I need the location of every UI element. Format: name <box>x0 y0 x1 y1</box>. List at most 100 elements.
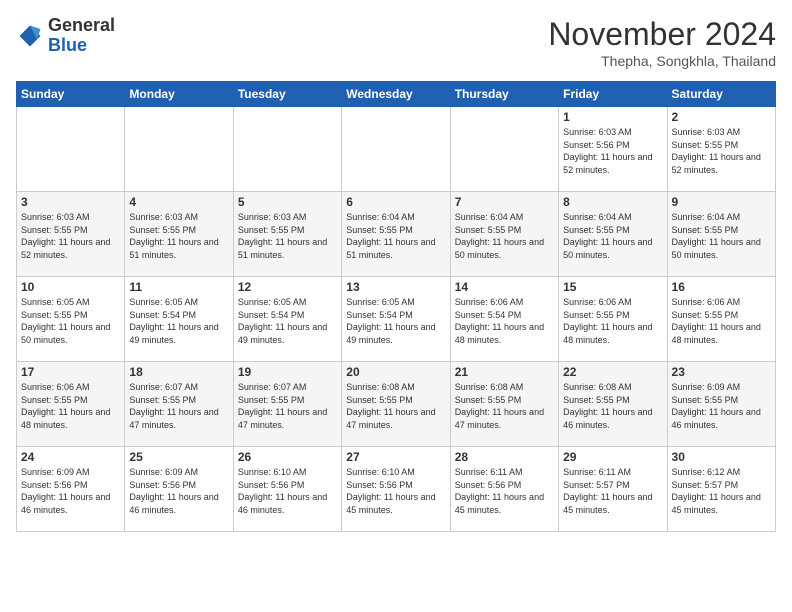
weekday-header: Sunday <box>17 82 125 107</box>
day-number: 11 <box>129 280 228 294</box>
calendar-cell <box>450 107 558 192</box>
day-info: Sunrise: 6:04 AMSunset: 5:55 PMDaylight:… <box>672 211 771 261</box>
day-info: Sunrise: 6:05 AMSunset: 5:54 PMDaylight:… <box>129 296 228 346</box>
day-info: Sunrise: 6:03 AMSunset: 5:55 PMDaylight:… <box>672 126 771 176</box>
day-number: 16 <box>672 280 771 294</box>
day-info: Sunrise: 6:05 AMSunset: 5:54 PMDaylight:… <box>346 296 445 346</box>
calendar-cell <box>125 107 233 192</box>
day-info: Sunrise: 6:04 AMSunset: 5:55 PMDaylight:… <box>455 211 554 261</box>
weekday-header: Saturday <box>667 82 775 107</box>
day-info: Sunrise: 6:06 AMSunset: 5:55 PMDaylight:… <box>563 296 662 346</box>
weekday-header: Wednesday <box>342 82 450 107</box>
calendar-cell: 7 Sunrise: 6:04 AMSunset: 5:55 PMDaylight… <box>450 192 558 277</box>
weekday-header: Thursday <box>450 82 558 107</box>
day-number: 2 <box>672 110 771 124</box>
day-number: 29 <box>563 450 662 464</box>
day-info: Sunrise: 6:09 AMSunset: 5:55 PMDaylight:… <box>672 381 771 431</box>
calendar-cell: 22Sunrise: 6:08 AMSunset: 5:55 PMDayligh… <box>559 362 667 447</box>
day-info: Sunrise: 6:09 AMSunset: 5:56 PMDaylight:… <box>21 466 120 516</box>
calendar-cell: 4 Sunrise: 6:03 AMSunset: 5:55 PMDaylight… <box>125 192 233 277</box>
calendar-cell: 27 Sunrise: 6:10 AMSunset: 5:56 PMDayligh… <box>342 447 450 532</box>
calendar-cell: 15Sunrise: 6:06 AMSunset: 5:55 PMDayligh… <box>559 277 667 362</box>
calendar-cell: 30 Sunrise: 6:12 AMSunset: 5:57 PMDayligh… <box>667 447 775 532</box>
calendar-week: 17 Sunrise: 6:06 AMSunset: 5:55 PMDayligh… <box>17 362 776 447</box>
day-info: Sunrise: 6:08 AMSunset: 5:55 PMDaylight:… <box>455 381 554 431</box>
day-number: 21 <box>455 365 554 379</box>
calendar-cell: 23Sunrise: 6:09 AMSunset: 5:55 PMDayligh… <box>667 362 775 447</box>
calendar-body: 1 Sunrise: 6:03 AMSunset: 5:56 PMDaylight… <box>17 107 776 532</box>
day-number: 7 <box>455 195 554 209</box>
calendar-cell: 10 Sunrise: 6:05 AMSunset: 5:55 PMDayligh… <box>17 277 125 362</box>
weekday-header: Monday <box>125 82 233 107</box>
day-info: Sunrise: 6:04 AMSunset: 5:55 PMDaylight:… <box>563 211 662 261</box>
calendar-cell: 6 Sunrise: 6:04 AMSunset: 5:55 PMDaylight… <box>342 192 450 277</box>
logo-general: General <box>48 15 115 35</box>
day-info: Sunrise: 6:11 AMSunset: 5:56 PMDaylight:… <box>455 466 554 516</box>
calendar-cell: 17 Sunrise: 6:06 AMSunset: 5:55 PMDayligh… <box>17 362 125 447</box>
day-number: 20 <box>346 365 445 379</box>
day-number: 28 <box>455 450 554 464</box>
day-number: 12 <box>238 280 337 294</box>
calendar-week: 24 Sunrise: 6:09 AMSunset: 5:56 PMDayligh… <box>17 447 776 532</box>
day-number: 19 <box>238 365 337 379</box>
day-info: Sunrise: 6:10 AMSunset: 5:56 PMDaylight:… <box>238 466 337 516</box>
day-number: 24 <box>21 450 120 464</box>
month-title: November 2024 <box>548 16 776 53</box>
weekday-row: SundayMondayTuesdayWednesdayThursdayFrid… <box>17 82 776 107</box>
day-number: 17 <box>21 365 120 379</box>
day-number: 5 <box>238 195 337 209</box>
day-number: 26 <box>238 450 337 464</box>
calendar-cell: 12Sunrise: 6:05 AMSunset: 5:54 PMDayligh… <box>233 277 341 362</box>
day-info: Sunrise: 6:04 AMSunset: 5:55 PMDaylight:… <box>346 211 445 261</box>
day-info: Sunrise: 6:03 AMSunset: 5:55 PMDaylight:… <box>21 211 120 261</box>
day-info: Sunrise: 6:06 AMSunset: 5:55 PMDaylight:… <box>21 381 120 431</box>
day-info: Sunrise: 6:03 AMSunset: 5:55 PMDaylight:… <box>238 211 337 261</box>
day-number: 25 <box>129 450 228 464</box>
calendar-week: 3 Sunrise: 6:03 AMSunset: 5:55 PMDaylight… <box>17 192 776 277</box>
calendar-cell <box>342 107 450 192</box>
day-number: 14 <box>455 280 554 294</box>
calendar-cell: 5 Sunrise: 6:03 AMSunset: 5:55 PMDaylight… <box>233 192 341 277</box>
day-number: 1 <box>563 110 662 124</box>
weekday-header: Friday <box>559 82 667 107</box>
calendar-cell: 19 Sunrise: 6:07 AMSunset: 5:55 PMDayligh… <box>233 362 341 447</box>
day-info: Sunrise: 6:06 AMSunset: 5:55 PMDaylight:… <box>672 296 771 346</box>
day-info: Sunrise: 6:07 AMSunset: 5:55 PMDaylight:… <box>238 381 337 431</box>
day-number: 9 <box>672 195 771 209</box>
calendar-cell: 3 Sunrise: 6:03 AMSunset: 5:55 PMDaylight… <box>17 192 125 277</box>
day-info: Sunrise: 6:09 AMSunset: 5:56 PMDaylight:… <box>129 466 228 516</box>
calendar-cell: 24 Sunrise: 6:09 AMSunset: 5:56 PMDayligh… <box>17 447 125 532</box>
day-number: 30 <box>672 450 771 464</box>
location-subtitle: Thepha, Songkhla, Thailand <box>548 53 776 69</box>
day-info: Sunrise: 6:12 AMSunset: 5:57 PMDaylight:… <box>672 466 771 516</box>
calendar-table: SundayMondayTuesdayWednesdayThursdayFrid… <box>16 81 776 532</box>
day-number: 6 <box>346 195 445 209</box>
day-info: Sunrise: 6:08 AMSunset: 5:55 PMDaylight:… <box>346 381 445 431</box>
day-info: Sunrise: 6:10 AMSunset: 5:56 PMDaylight:… <box>346 466 445 516</box>
day-number: 10 <box>21 280 120 294</box>
day-info: Sunrise: 6:07 AMSunset: 5:55 PMDaylight:… <box>129 381 228 431</box>
calendar-cell: 14 Sunrise: 6:06 AMSunset: 5:54 PMDayligh… <box>450 277 558 362</box>
calendar-cell <box>17 107 125 192</box>
calendar-cell: 25 Sunrise: 6:09 AMSunset: 5:56 PMDayligh… <box>125 447 233 532</box>
calendar-cell: 20 Sunrise: 6:08 AMSunset: 5:55 PMDayligh… <box>342 362 450 447</box>
day-info: Sunrise: 6:05 AMSunset: 5:55 PMDaylight:… <box>21 296 120 346</box>
day-info: Sunrise: 6:06 AMSunset: 5:54 PMDaylight:… <box>455 296 554 346</box>
day-number: 8 <box>563 195 662 209</box>
weekday-header: Tuesday <box>233 82 341 107</box>
day-info: Sunrise: 6:03 AMSunset: 5:55 PMDaylight:… <box>129 211 228 261</box>
day-number: 4 <box>129 195 228 209</box>
day-number: 3 <box>21 195 120 209</box>
calendar-cell: 28 Sunrise: 6:11 AMSunset: 5:56 PMDayligh… <box>450 447 558 532</box>
calendar-week: 10 Sunrise: 6:05 AMSunset: 5:55 PMDayligh… <box>17 277 776 362</box>
calendar-cell: 26 Sunrise: 6:10 AMSunset: 5:56 PMDayligh… <box>233 447 341 532</box>
calendar-cell: 13 Sunrise: 6:05 AMSunset: 5:54 PMDayligh… <box>342 277 450 362</box>
calendar-week: 1 Sunrise: 6:03 AMSunset: 5:56 PMDaylight… <box>17 107 776 192</box>
day-number: 18 <box>129 365 228 379</box>
day-number: 13 <box>346 280 445 294</box>
day-info: Sunrise: 6:03 AMSunset: 5:56 PMDaylight:… <box>563 126 662 176</box>
page-header: General Blue November 2024 Thepha, Songk… <box>16 16 776 69</box>
day-number: 27 <box>346 450 445 464</box>
title-block: November 2024 Thepha, Songkhla, Thailand <box>548 16 776 69</box>
calendar-cell <box>233 107 341 192</box>
